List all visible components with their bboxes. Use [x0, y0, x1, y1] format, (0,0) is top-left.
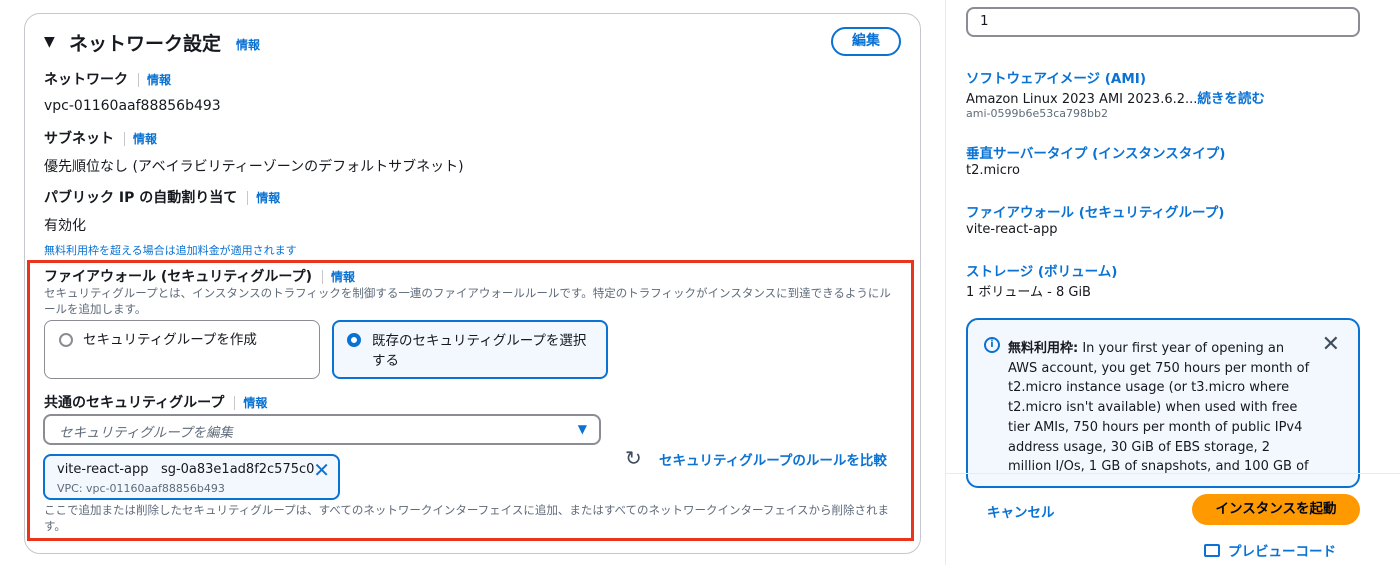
token-id: sg-0a83e1ad8f2c575c0: [160, 462, 315, 477]
public-ip-value: 有効化: [44, 218, 86, 234]
caret-down-icon[interactable]: ▼: [44, 34, 55, 50]
common-sg-label: 共通のセキュリティグループ: [44, 395, 225, 411]
security-group-token: vite-react-app sg-0a83e1ad8f2c575c0 VPC:…: [43, 454, 340, 500]
info-circle-icon: i: [984, 337, 1000, 353]
radio-label-line2: する: [372, 353, 399, 369]
radio-button-selected[interactable]: [347, 333, 361, 347]
close-icon[interactable]: ✕: [313, 458, 330, 482]
ami-id: ami-0599b6e53ca798bb2: [966, 107, 1108, 120]
free-tier-alert: i 無料利用枠: In your first year of opening a…: [966, 318, 1360, 488]
footer-divider: [946, 473, 1400, 474]
token-vpc: VPC: vpc-01160aaf88856b493: [57, 482, 225, 495]
info-link[interactable]: 情報: [236, 36, 260, 53]
network-field: ネットワーク 情報: [44, 69, 171, 89]
firewall-info-link[interactable]: 情報: [331, 270, 355, 284]
firewall-summary-link[interactable]: ファイアウォール (セキュリティグループ): [966, 201, 1224, 221]
instance-count-input[interactable]: 1: [966, 7, 1360, 37]
select-placeholder: セキュリティグループを編集: [59, 425, 233, 441]
network-value: vpc-01160aaf88856b493: [44, 98, 221, 114]
firewall-summary-value: vite-react-app: [966, 222, 1058, 237]
free-tier-note[interactable]: 無料利用枠を超える場合は追加料金が適用されます: [44, 242, 297, 258]
alert-body: In your first year of opening an AWS acc…: [1008, 341, 1310, 475]
code-preview-icon: [1204, 544, 1220, 557]
ami-read-more-link[interactable]: 続きを読む: [1197, 91, 1265, 107]
alert-text: 無料利用枠: In your first year of opening an …: [1008, 339, 1314, 477]
radio-button[interactable]: [59, 333, 73, 347]
separator: [138, 72, 139, 87]
radio-select-existing-security-group[interactable]: 既存のセキュリティグループを選択 する: [332, 320, 608, 379]
ami-value-row: Amazon Linux 2023 AMI 2023.6.2...続きを読む: [966, 87, 1265, 107]
ami-link[interactable]: ソフトウェアイメージ (AMI): [966, 67, 1146, 87]
firewall-label: ファイアウォール (セキュリティグループ): [44, 269, 312, 285]
separator: [234, 395, 236, 410]
public-ip-label: パブリック IP の自動割り当て: [44, 190, 238, 206]
subnet-field: サブネット 情報: [44, 128, 157, 148]
caret-down-icon: ▼: [577, 422, 587, 436]
preview-code-label: プレビューコード: [1228, 544, 1336, 560]
close-icon[interactable]: ✕: [1322, 332, 1340, 357]
storage-link[interactable]: ストレージ (ボリューム): [966, 260, 1117, 280]
security-group-select[interactable]: セキュリティグループを編集 ▼: [43, 414, 601, 445]
separator: [322, 269, 323, 284]
common-sg-field: 共通のセキュリティグループ 情報: [44, 392, 267, 412]
separator: [124, 131, 125, 146]
security-group-footer-note: ここで追加または削除したセキュリティグループは、すべてのネットワークインターフェ…: [44, 503, 890, 533]
panel-divider: [945, 0, 946, 565]
launch-instance-button[interactable]: インスタンスを起動: [1192, 494, 1360, 525]
firewall-description: セキュリティグループとは、インスタンスのトラフィックを制御する一連のファイアウォ…: [44, 286, 891, 316]
ami-value: Amazon Linux 2023 AMI 2023.6.2...: [966, 92, 1198, 107]
common-sg-info-link[interactable]: 情報: [243, 396, 267, 410]
instance-type-link[interactable]: 垂直サーバータイプ (インスタンスタイプ): [966, 142, 1225, 162]
public-ip-field: パブリック IP の自動割り当て 情報: [44, 187, 280, 207]
compare-rules-link[interactable]: セキュリティグループのルールを比較: [659, 449, 887, 469]
section-title[interactable]: ネットワーク設定: [69, 29, 221, 56]
token-name: vite-react-app: [57, 462, 149, 477]
separator: [247, 190, 249, 205]
token-label: vite-react-app sg-0a83e1ad8f2c575c0: [57, 462, 314, 477]
network-label: ネットワーク: [44, 72, 128, 88]
subnet-value: 優先順位なし (アベイラビリティーゾーンのデフォルトサブネット): [44, 159, 464, 175]
edit-button[interactable]: 編集: [831, 27, 901, 56]
alert-bold: 無料利用枠:: [1008, 341, 1079, 356]
radio-create-security-group[interactable]: セキュリティグループを作成: [44, 320, 320, 379]
refresh-icon[interactable]: ↻: [625, 446, 642, 470]
radio-label: セキュリティグループを作成: [83, 332, 257, 348]
preview-code-link[interactable]: プレビューコード: [1204, 540, 1336, 560]
public-ip-info-link[interactable]: 情報: [256, 191, 280, 205]
network-info-link[interactable]: 情報: [147, 73, 171, 87]
subnet-info-link[interactable]: 情報: [133, 132, 157, 146]
instance-type-value: t2.micro: [966, 163, 1020, 178]
subnet-label: サブネット: [44, 131, 114, 147]
radio-label-line1: 既存のセキュリティグループを選択: [372, 333, 587, 349]
cancel-button[interactable]: キャンセル: [987, 501, 1055, 521]
firewall-field: ファイアウォール (セキュリティグループ) 情報: [44, 266, 355, 286]
storage-value: 1 ボリューム - 8 GiB: [966, 285, 1091, 300]
